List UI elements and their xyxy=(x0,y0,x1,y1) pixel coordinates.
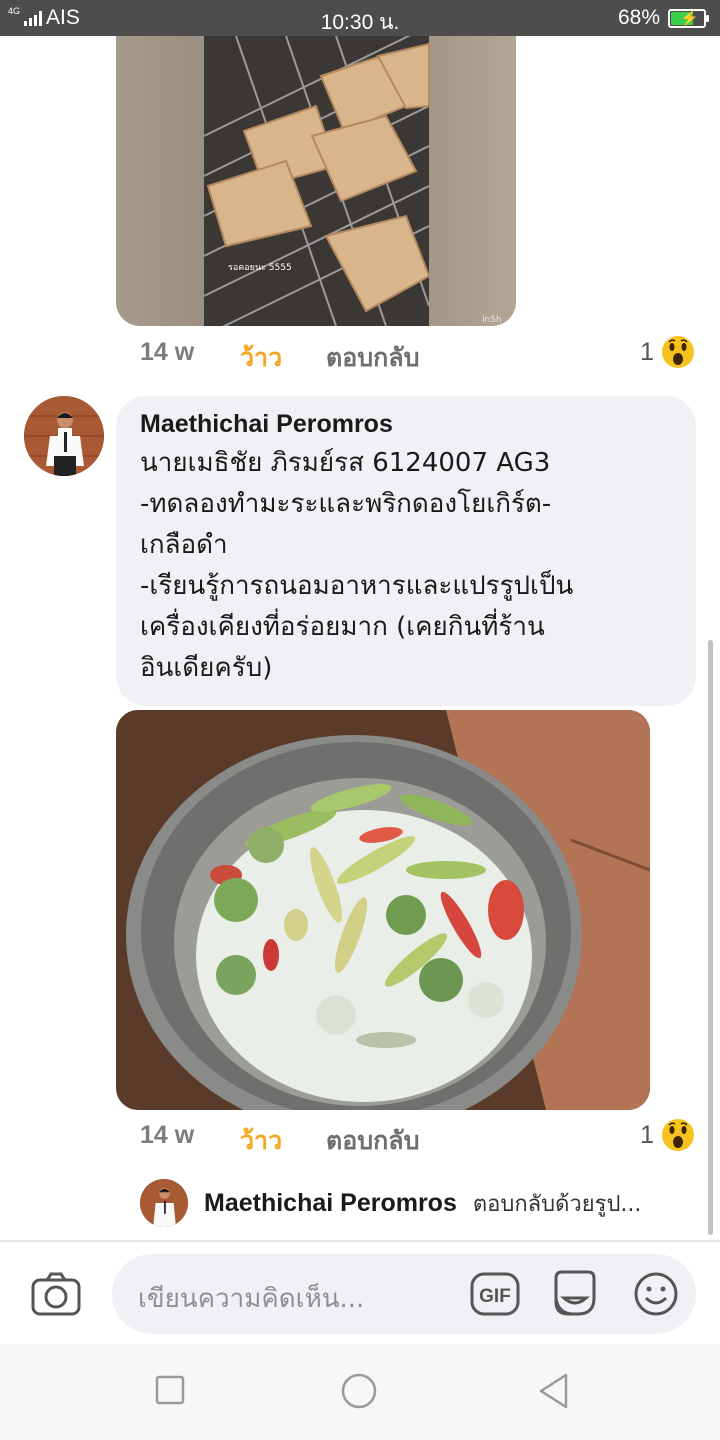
comment-author[interactable]: Maethichai Peromros xyxy=(140,410,672,439)
comment-time: 14 w xyxy=(140,1121,195,1149)
reply-author[interactable]: Maethichai Peromros xyxy=(204,1189,457,1218)
reply-button[interactable]: ตอบกลับ xyxy=(326,338,419,378)
recent-apps-icon[interactable] xyxy=(154,1374,186,1410)
reply-button[interactable]: ตอบกลับ xyxy=(326,1121,419,1161)
emoji-icon[interactable] xyxy=(632,1270,680,1322)
comment-video-thumbnail[interactable]: รอคอยนะ 5555 inSh xyxy=(116,36,516,326)
comment-text-line: เครื่องเคียงที่อร่อยมาก (เคยกินที่ร้าน xyxy=(140,612,545,642)
comment-meta-row: 14 w ว้าว ตอบกลับ 1 xyxy=(140,334,700,374)
pickled-vegetables-photo xyxy=(116,710,650,1110)
navigation-bar xyxy=(0,1344,720,1440)
scrollbar[interactable] xyxy=(708,640,713,1235)
reply-snippet: ตอบกลับด้วยรูป... xyxy=(472,1191,642,1217)
status-bar: 4G AIS 10:30 น. 68% ⚡ xyxy=(0,0,720,36)
comment-text-line: นายเมธิชัย ภิรมย์รส 6124007 AG3 xyxy=(140,448,551,478)
comment-input[interactable]: เขียนความคิดเห็น... GIF xyxy=(112,1254,696,1334)
gif-icon[interactable]: GIF xyxy=(470,1270,520,1322)
avatar[interactable] xyxy=(24,396,104,476)
video-watermark: inSh xyxy=(482,315,502,325)
battery-percent: 68% xyxy=(617,6,660,29)
reply-preview[interactable]: Maethichai Peromros ตอบกลับด้วยรูป... xyxy=(140,1178,700,1228)
react-button[interactable]: ว้าว xyxy=(240,1121,282,1161)
home-icon[interactable] xyxy=(340,1372,378,1414)
clock: 10:30 น. xyxy=(320,11,400,34)
sticker-icon[interactable] xyxy=(550,1268,600,1324)
camera-icon[interactable] xyxy=(30,1272,82,1322)
comment-composer: เขียนความคิดเห็น... GIF xyxy=(0,1240,720,1344)
comment-text-line: -เรียนรู้การถนอมอาหารและแปรรูปเป็น xyxy=(140,571,574,601)
comment-bubble[interactable]: Maethichai Peromros นายเมธิชัย ภิรมย์รส … xyxy=(116,396,696,706)
comment-photo[interactable] xyxy=(116,710,650,1110)
battery-icon: ⚡ xyxy=(668,8,709,28)
reply-avatar[interactable] xyxy=(140,1179,188,1227)
comment-time: 14 w xyxy=(140,338,195,366)
charging-icon: ⚡ xyxy=(680,9,699,27)
comment-meta-row: 14 w ว้าว ตอบกลับ 1 xyxy=(140,1117,700,1157)
comment-thread-screen: 4G AIS 10:30 น. 68% ⚡ รอคอยนะ 5555 inSh … xyxy=(0,0,720,1440)
comment-text-line: เกลือดำ xyxy=(140,530,228,560)
wow-emoji-icon[interactable] xyxy=(660,334,696,377)
svg-text:GIF: GIF xyxy=(479,1286,511,1307)
comment-input-placeholder: เขียนความคิดเห็น... xyxy=(138,1284,365,1314)
grill-bread-photo: รอคอยนะ 5555 inSh xyxy=(116,36,516,326)
comment-text-line: -ทดลองทำมะระและพริกดองโยเกิร์ต- xyxy=(140,489,552,519)
reaction-count[interactable]: 1 xyxy=(640,338,654,367)
wow-emoji-icon[interactable] xyxy=(660,1117,696,1160)
reaction-count[interactable]: 1 xyxy=(640,1121,654,1150)
react-button[interactable]: ว้าว xyxy=(240,338,282,378)
comment-text-line: อินเดียครับ) xyxy=(140,653,273,683)
back-icon[interactable] xyxy=(536,1372,572,1414)
video-caption-text: รอคอยนะ 5555 xyxy=(228,263,292,273)
battery-area: 68% ⚡ xyxy=(617,6,709,30)
